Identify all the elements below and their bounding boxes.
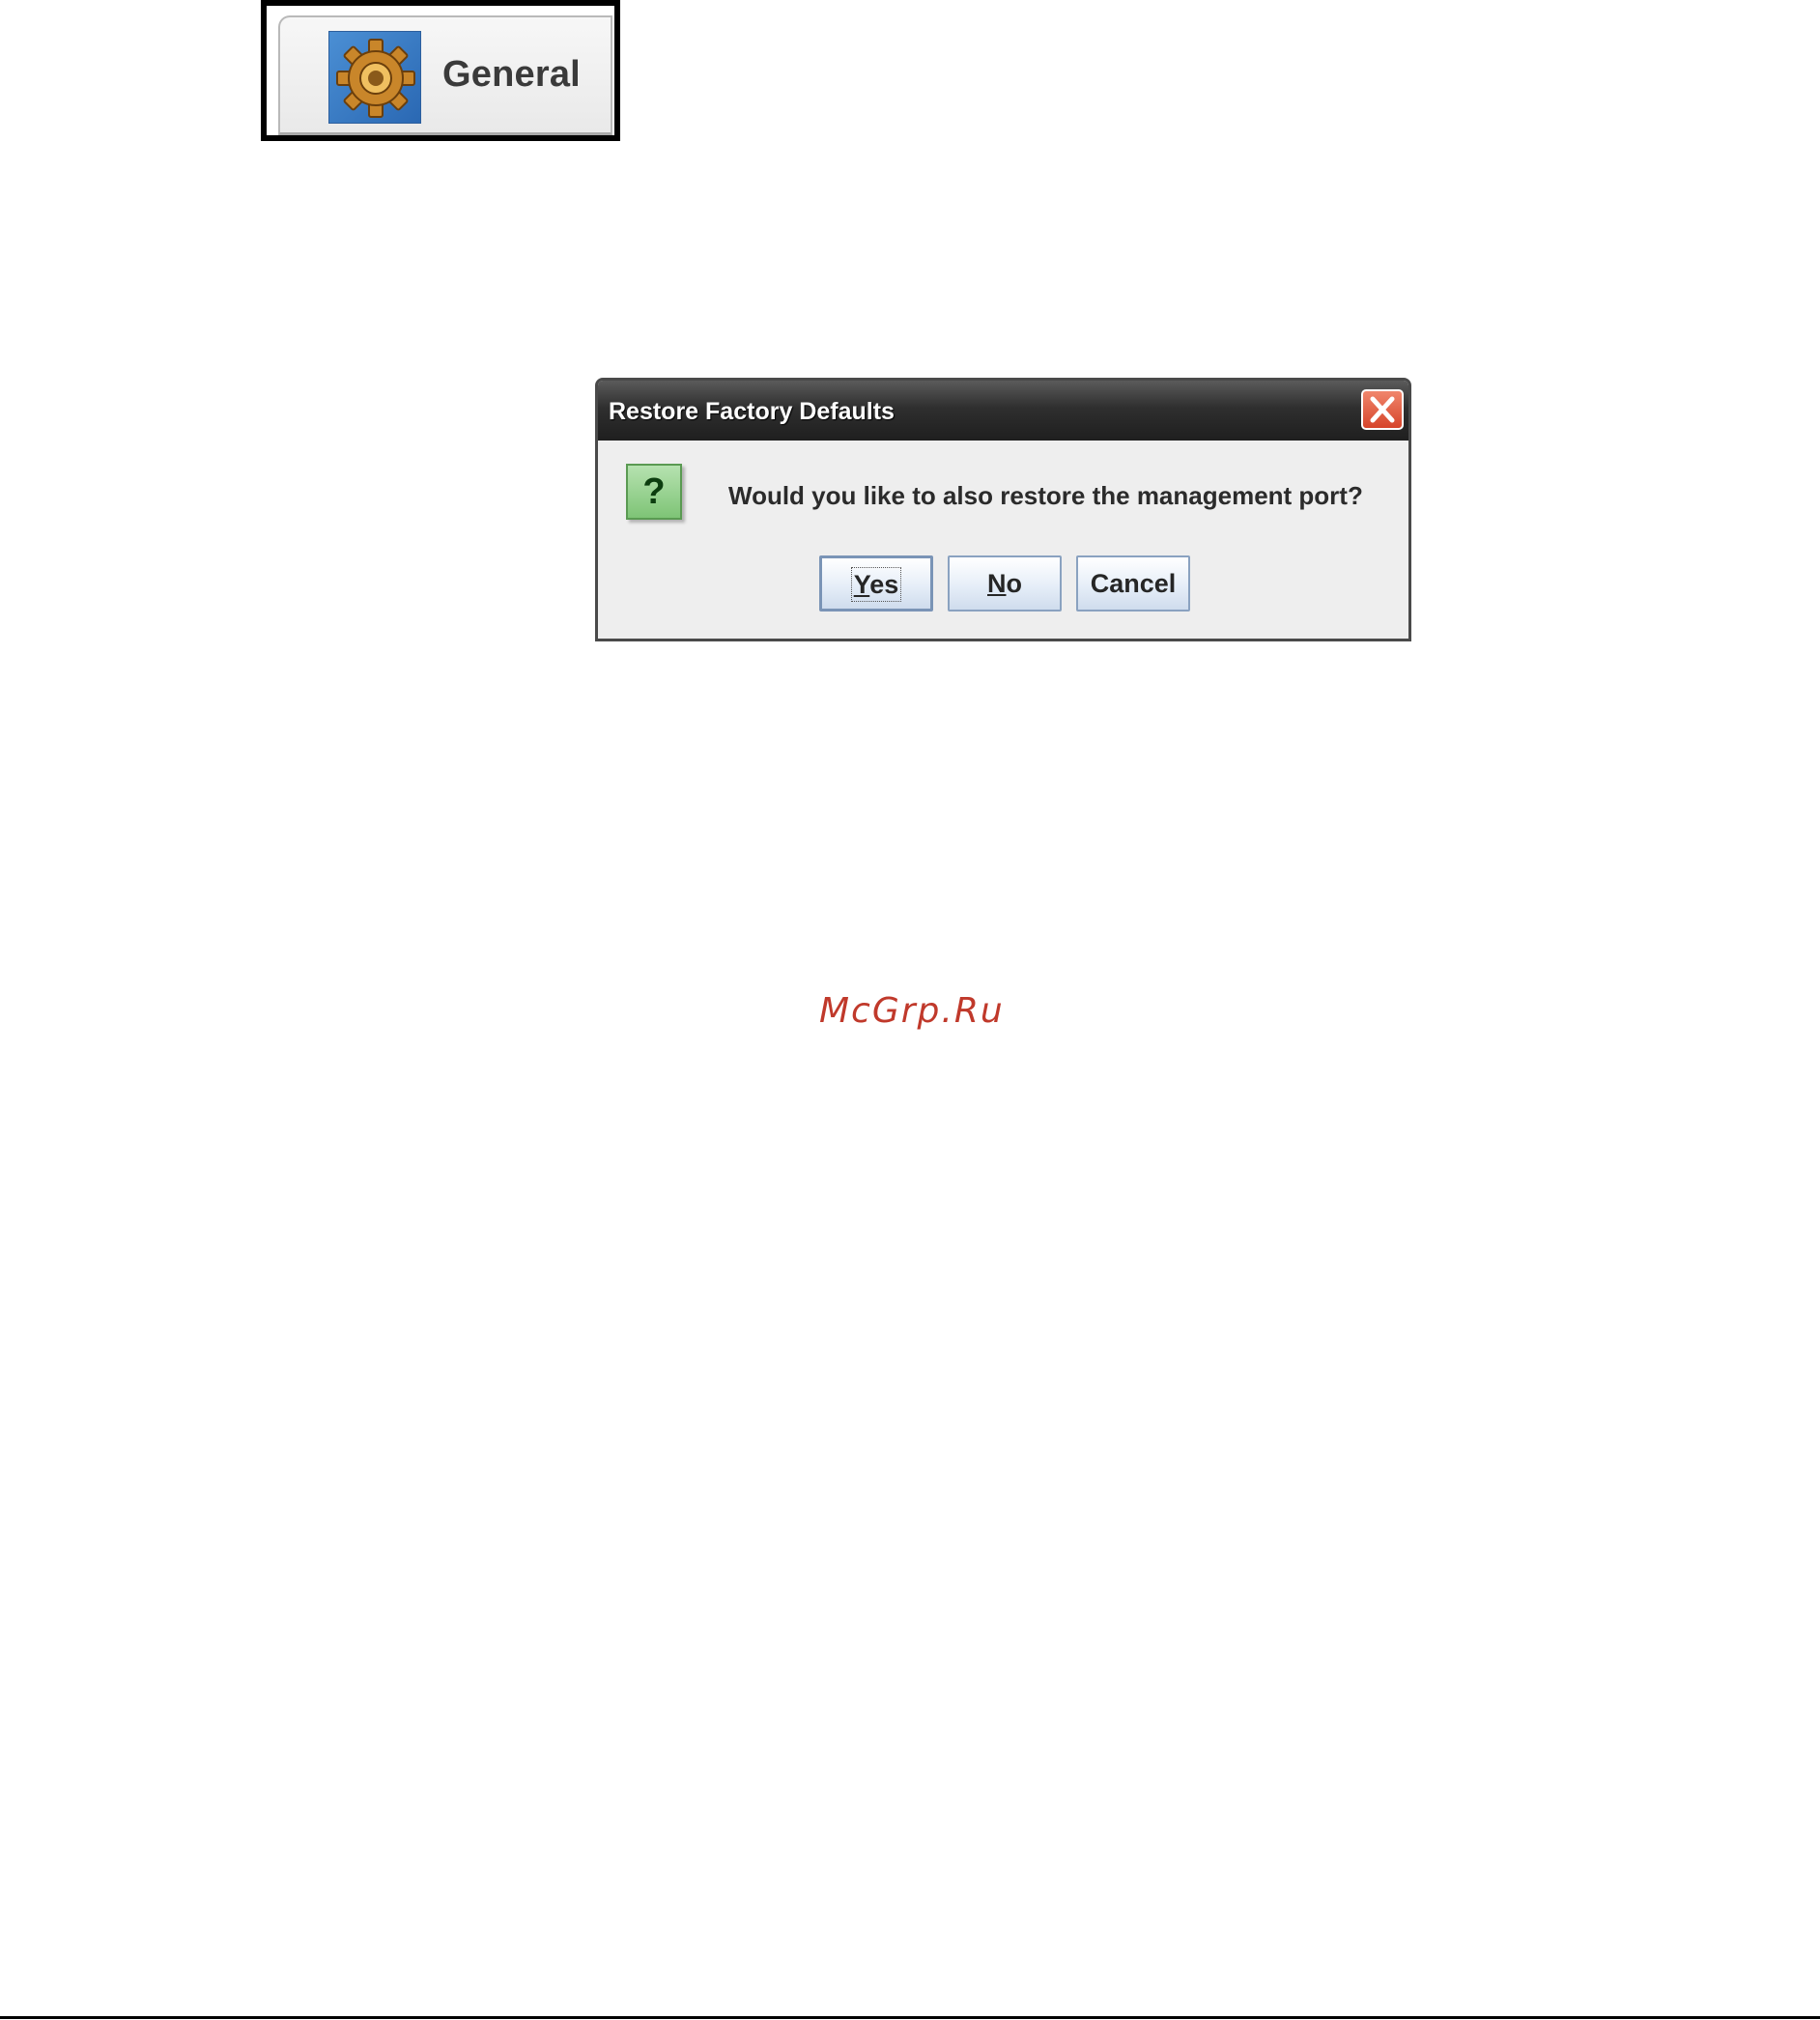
yes-button[interactable]: Yes <box>819 555 933 612</box>
question-icon: ? <box>626 464 682 520</box>
general-tab-frame: General <box>261 0 620 141</box>
watermark: McGrp.Ru <box>819 991 1005 1031</box>
cancel-button-label: Cancel <box>1090 569 1177 598</box>
general-tab-label: General <box>442 54 581 95</box>
dialog-titlebar[interactable]: Restore Factory Defaults <box>598 381 1408 441</box>
general-tab[interactable]: General <box>278 15 612 135</box>
dialog-content: ? Would you like to also restore the man… <box>601 441 1406 636</box>
restore-factory-defaults-dialog: Restore Factory Defaults ? Would you lik… <box>595 378 1411 641</box>
cancel-button[interactable]: Cancel <box>1076 555 1190 612</box>
close-icon <box>1370 396 1395 423</box>
page-bottom-divider <box>0 2016 1820 2019</box>
yes-button-label: Yes <box>850 567 902 602</box>
gear-icon <box>328 31 421 124</box>
no-button-label: No <box>987 569 1022 598</box>
dialog-title: Restore Factory Defaults <box>609 398 895 425</box>
no-button[interactable]: No <box>948 555 1062 612</box>
close-button[interactable] <box>1361 389 1404 430</box>
dialog-message: Would you like to also restore the manag… <box>728 481 1363 510</box>
